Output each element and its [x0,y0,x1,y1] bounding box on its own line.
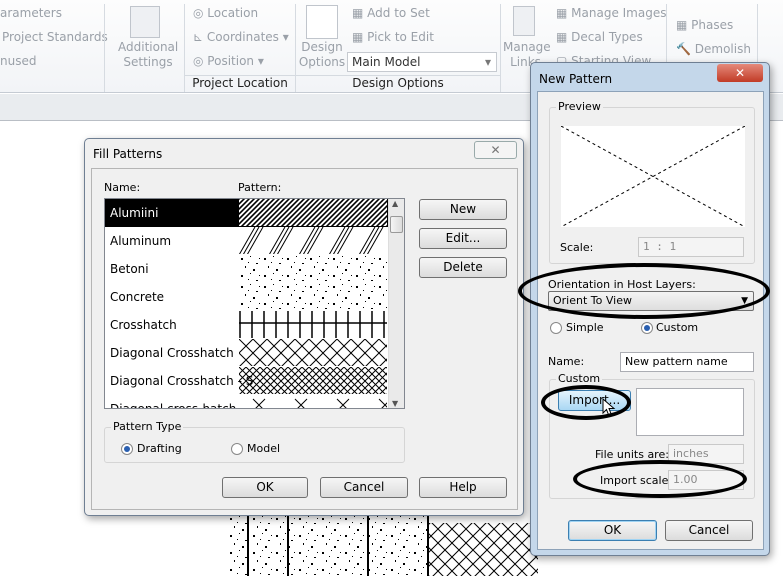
pattern-name: Diagonal Crosshatch - S [110,374,254,388]
close-button[interactable]: ✕ [717,64,763,82]
phases-button[interactable]: ▦ Phases [676,18,733,32]
annotation-ellipse-import [541,385,631,420]
pattern-row[interactable]: Diagonal Crosshatch [105,339,388,367]
custom-group-label: Custom [556,372,603,385]
pattern-name: Alumiini [110,206,159,220]
panel-design-options: Design Options [296,75,500,93]
pattern-type-group: Pattern Type Drafting Model [104,420,405,463]
pattern-swatch [239,311,387,338]
design-option-select[interactable]: Main Model ▾ [347,52,497,72]
pattern-preview [561,126,745,227]
pattern-column-header: Pattern: [238,181,282,194]
pattern-row[interactable]: Diagonal Crosshatch - S [105,367,388,395]
close-icon: ✕ [490,143,501,157]
custom-label: Custom [656,321,699,334]
preview-label: Preview [556,100,603,113]
pattern-row[interactable]: Alumiini [105,199,388,227]
drafting-radio[interactable] [121,443,133,455]
ok-button[interactable]: OK [222,477,308,498]
model-label: Model [247,442,281,455]
name-label: Name: [548,355,585,368]
pattern-name: Diagonal cross-hatch [110,402,237,409]
pattern-swatch [239,395,387,408]
manage-images-button[interactable]: ▦ Manage Images [556,6,666,20]
dialog-title: New Pattern [539,72,613,86]
close-button[interactable]: ✕ [474,141,517,159]
drafting-label: Drafting [137,442,182,455]
pattern-row[interactable]: Crosshatch [105,311,388,339]
pattern-swatch [239,367,387,394]
scroll-up-arrow[interactable]: ▲ [392,199,398,208]
pattern-swatch [239,227,387,254]
ribbon-item-project-standards[interactable]: Project Standards [2,30,108,44]
cancel-button[interactable]: Cancel [665,520,753,541]
additional-settings-icon [130,6,160,38]
location-button[interactable]: ◎ Location [193,6,258,20]
annotation-ellipse-orientation [518,263,770,319]
scale-label: Scale: [560,241,594,254]
simple-label: Simple [566,321,604,334]
position-button[interactable]: ◎ Position ▾ [193,54,264,68]
pattern-swatch [239,283,387,310]
pattern-row[interactable]: Betoni [105,255,388,283]
pattern-name: Aluminum [110,234,172,248]
pattern-row[interactable]: Diagonal cross-hatch [105,395,388,409]
dialog-title: Fill Patterns [93,147,163,161]
delete-button[interactable]: Delete [419,257,507,278]
preview-group: Preview Scale: 1 : 1 [549,100,755,264]
scale-field: 1 : 1 [638,237,744,257]
name-input[interactable]: New pattern name [620,352,754,372]
close-icon: ✕ [734,66,746,80]
design-options-icon [306,5,338,39]
scroll-thumb[interactable] [390,216,403,233]
custom-radio[interactable] [641,322,653,334]
pattern-type-label: Pattern Type [111,420,184,433]
fill-patterns-dialog: Fill Patterns ✕ Name: Pattern: Alumiini A… [84,138,524,516]
pattern-name: Betoni [110,262,149,276]
pick-to-edit-button[interactable]: ▦ Pick to Edit [352,30,434,44]
pattern-swatch [239,199,387,226]
pattern-swatch [239,255,387,282]
model-radio[interactable] [231,443,243,455]
additional-settings-button[interactable]: Additional Settings [118,40,178,70]
ribbon-item-purge-unused[interactable]: nused [0,54,36,68]
cancel-button[interactable]: Cancel [320,477,408,498]
import-preview-box [636,388,744,436]
panel-project-location: Project Location [185,75,295,93]
pattern-row[interactable]: Concrete [105,283,388,311]
ok-button[interactable]: OK [568,520,657,541]
help-button[interactable]: Help [419,477,507,498]
decal-types-button[interactable]: ▦ Decal Types [556,30,643,44]
design-options-button[interactable]: Design Options [298,40,346,70]
coordinates-button[interactable]: ⊾ Coordinates ▾ [193,30,289,44]
pattern-name: Crosshatch [110,318,177,332]
add-to-set-button[interactable]: ▦ Add to Set [352,6,430,20]
simple-radio[interactable] [550,322,562,334]
ribbon-item-parameters[interactable]: arameters [0,6,62,20]
pattern-list: Alumiini Aluminum Betoni Concrete Crosshatch… [104,198,405,409]
pattern-name: Concrete [110,290,165,304]
pattern-swatch [239,339,387,366]
drawing-canvas [228,515,538,576]
edit-button[interactable]: Edit... [419,228,507,249]
name-column-header: Name: [104,181,141,194]
new-button[interactable]: New [419,199,507,220]
scroll-down-arrow[interactable]: ▼ [392,399,398,408]
pattern-name: Diagonal Crosshatch [110,346,234,360]
list-scrollbar[interactable]: ▲ ▼ [388,199,404,408]
manage-links-icon [513,6,535,36]
annotation-ellipse-import-scale [573,460,747,498]
pattern-row[interactable]: Aluminum [105,227,388,255]
demolish-button[interactable]: 🔨 Demolish [676,42,751,56]
